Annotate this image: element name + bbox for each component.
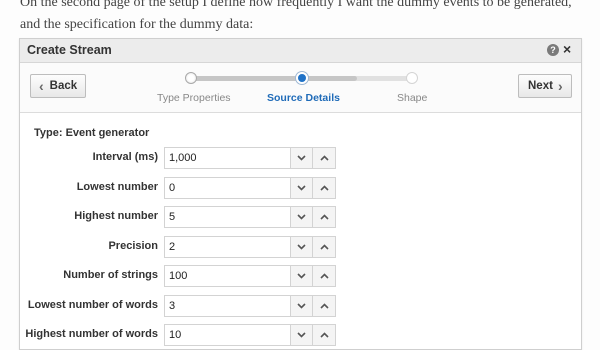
create-stream-dialog: Create Stream ? × ‹ Back Type Properties… (19, 38, 582, 350)
highest-number-increment-button[interactable] (313, 206, 336, 228)
field-row-highest-number-of-words: Highest number of words 10 (20, 324, 420, 346)
step-shape-marker[interactable] (406, 72, 418, 84)
lowest-number-decrement-button[interactable] (290, 176, 313, 199)
chevron-up-icon (319, 155, 329, 161)
step-source-details-marker[interactable] (296, 72, 308, 84)
dialog-titlebar: Create Stream ? × (20, 39, 581, 63)
field-row-lowest-number-of-words: Lowest number of words 3 (20, 294, 420, 317)
intro-paragraph: On the second page of the setup I define… (20, 0, 572, 32)
chevron-down-icon (297, 273, 306, 279)
field-row-number-of-strings: Number of strings 100 (20, 265, 420, 287)
highest-number-of-words-input[interactable]: 10 (164, 324, 291, 346)
lowest-number-of-words-input[interactable]: 3 (164, 294, 291, 317)
next-button-label: Next (528, 80, 553, 92)
precision-decrement-button[interactable] (290, 235, 313, 258)
dialog-title: Create Stream (27, 43, 112, 57)
number-of-strings-decrement-button[interactable] (290, 265, 313, 287)
field-row-highest-number: Highest number 5 (20, 206, 420, 228)
highest-number-of-words-decrement-button[interactable] (290, 324, 313, 346)
step-type-properties-marker[interactable] (185, 72, 197, 84)
lowest-number-increment-button[interactable] (313, 176, 336, 199)
chevron-up-icon (319, 214, 329, 220)
chevron-up-icon (319, 243, 329, 250)
help-icon[interactable]: ? (547, 44, 559, 56)
source-details-form: Type: Event generator Interval (ms) 1,000… (20, 113, 581, 349)
lowest-number-of-words-increment-button[interactable] (313, 294, 336, 317)
field-row-interval-ms: Interval (ms) 1,000 (20, 147, 420, 169)
chevron-right-icon: › (557, 78, 563, 94)
interval-ms-increment-button[interactable] (313, 147, 336, 169)
precision-input[interactable]: 2 (164, 235, 291, 258)
back-button-label: Back (49, 80, 78, 92)
chevron-down-icon (297, 332, 306, 338)
type-line: Type: Event generator (34, 127, 150, 139)
lowest-number-of-words-label: Lowest number of words (27, 298, 158, 311)
highest-number-decrement-button[interactable] (290, 206, 313, 228)
interval-ms-decrement-button[interactable] (290, 147, 313, 169)
chevron-down-icon (297, 214, 306, 220)
lowest-number-of-words-decrement-button[interactable] (290, 294, 313, 317)
precision-label: Precision (108, 239, 158, 252)
number-of-strings-increment-button[interactable] (313, 265, 336, 287)
wizard-train: ‹ Back Type Properties Source Details Sh… (20, 63, 581, 113)
lowest-number-label: Lowest number (76, 180, 158, 193)
chevron-up-icon (319, 332, 329, 338)
precision-increment-button[interactable] (313, 235, 336, 258)
number-of-strings-input[interactable]: 100 (164, 265, 291, 287)
step-shape-label[interactable]: Shape (397, 92, 427, 104)
chevron-up-icon (319, 302, 329, 309)
highest-number-of-words-increment-button[interactable] (313, 324, 336, 346)
lowest-number-input[interactable]: 0 (164, 176, 291, 199)
chevron-up-icon (319, 273, 329, 279)
field-row-precision: Precision 2 (20, 235, 420, 258)
field-row-lowest-number: Lowest number 0 (20, 176, 420, 199)
back-button[interactable]: ‹ Back (30, 74, 86, 98)
interval-ms-input[interactable]: 1,000 (164, 147, 291, 169)
interval-ms-label: Interval (ms) (92, 151, 158, 163)
close-icon[interactable]: × (563, 41, 571, 58)
chevron-up-icon (319, 184, 329, 191)
step-type-properties-label[interactable]: Type Properties (157, 92, 231, 104)
train-track-progress (190, 76, 357, 81)
highest-number-input[interactable]: 5 (164, 206, 291, 228)
chevron-down-icon (297, 302, 306, 309)
step-source-details-label[interactable]: Source Details (267, 92, 340, 104)
chevron-down-icon (297, 243, 306, 250)
highest-number-label: Highest number (74, 210, 158, 222)
chevron-left-icon: ‹ (39, 78, 44, 94)
number-of-strings-label: Number of strings (63, 269, 158, 281)
chevron-down-icon (297, 184, 306, 191)
highest-number-of-words-label: Highest number of words (25, 328, 158, 340)
next-button[interactable]: Next › (518, 74, 572, 98)
chevron-down-icon (297, 155, 306, 161)
